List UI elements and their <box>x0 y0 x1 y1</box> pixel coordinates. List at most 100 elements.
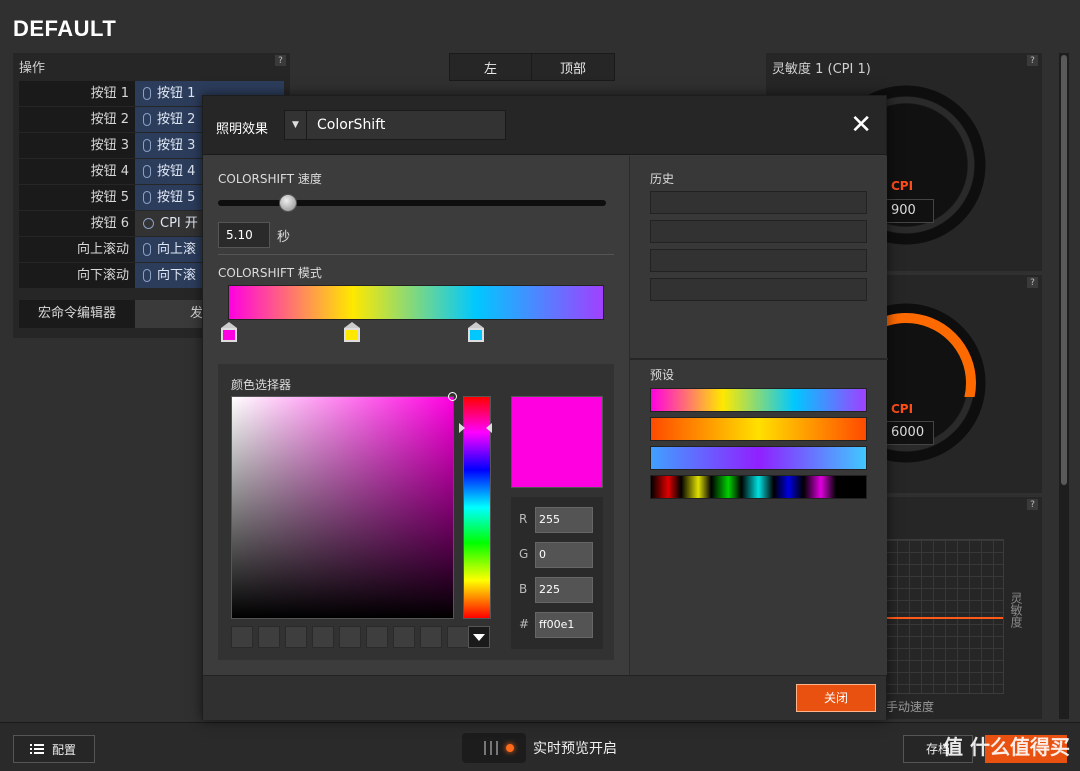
assignment-label: 按钮 3 <box>157 138 196 153</box>
dialog-footer: 关闭 <box>203 675 886 720</box>
saturation-value-area[interactable] <box>231 396 454 619</box>
assignment-label: CPI 开 <box>160 216 198 231</box>
swatch[interactable] <box>231 626 253 648</box>
effect-dropdown[interactable]: ▼ ColorShift <box>284 110 506 140</box>
assignment-label: 按钮 2 <box>157 112 196 127</box>
swatch-dropdown-icon[interactable] <box>468 626 490 648</box>
red-input[interactable]: 255 <box>535 507 593 533</box>
help-icon[interactable]: ? <box>1027 499 1038 510</box>
preset-swatch[interactable] <box>650 475 867 499</box>
mouse-icon <box>143 191 151 204</box>
help-icon[interactable]: ? <box>275 55 286 66</box>
history-slot[interactable] <box>650 249 867 272</box>
hue-pointer-right-icon[interactable] <box>486 423 492 433</box>
mouse-icon <box>143 243 151 256</box>
swatch[interactable] <box>420 626 442 648</box>
config-button[interactable]: 配置 <box>13 735 95 763</box>
stop-swatch <box>468 328 484 342</box>
red-row: R 255 <box>511 507 603 533</box>
swatch[interactable] <box>312 626 334 648</box>
gradient-stop[interactable] <box>344 322 360 342</box>
hex-input[interactable]: ff00e1 <box>535 612 593 638</box>
tab-left[interactable]: 左 <box>450 54 532 80</box>
preset-swatch[interactable] <box>650 446 867 470</box>
button-name: 按钮 1 <box>19 81 135 106</box>
profile-title: DEFAULT <box>13 16 117 41</box>
speed-slider-knob[interactable] <box>279 194 297 212</box>
color-preview <box>511 396 603 488</box>
close-icon[interactable]: ✕ <box>850 112 872 138</box>
color-cursor[interactable] <box>448 392 457 401</box>
assignment-label: 向下滚 <box>157 268 197 283</box>
dropdown-arrow-icon: ▼ <box>285 111 307 139</box>
green-label: G <box>519 547 529 561</box>
status-led-icon <box>506 744 514 752</box>
speed-unit: 秒 <box>277 230 291 245</box>
speed-slider-track[interactable] <box>218 200 606 206</box>
gauge-label: CPI <box>891 402 914 416</box>
mouse-icon <box>143 87 151 100</box>
assignment-label: 按钮 1 <box>157 86 196 101</box>
gauge-icon <box>143 218 154 229</box>
mode-label: COLORSHIFT 模式 <box>218 266 322 280</box>
acceleration-graph[interactable] <box>884 539 1004 694</box>
history-label: 历史 <box>650 172 675 186</box>
history-slot[interactable] <box>650 278 867 301</box>
cpi-value[interactable]: 6000 <box>884 421 934 445</box>
gradient-stop[interactable] <box>221 322 237 342</box>
preset-swatch[interactable] <box>650 417 867 441</box>
history-slot[interactable] <box>650 191 867 214</box>
history-presets: 历史 预设 <box>629 156 888 675</box>
hue-pointer-left-icon[interactable] <box>459 423 465 433</box>
assignment-label: 按钮 5 <box>157 190 196 205</box>
swatch[interactable] <box>366 626 388 648</box>
divider <box>218 254 614 255</box>
cpi-value[interactable]: 900 <box>884 199 934 223</box>
help-icon[interactable]: ? <box>1027 55 1038 66</box>
swatch[interactable] <box>258 626 280 648</box>
blue-label: B <box>519 582 528 596</box>
config-label: 配置 <box>52 742 77 757</box>
actions-panel-title: 操作 <box>19 61 46 76</box>
blue-input[interactable]: 225 <box>535 577 593 603</box>
watermark: 值 什么值得买 <box>943 735 1070 759</box>
blue-row: B 225 <box>511 577 603 603</box>
assignment-label: 按钮 4 <box>157 164 196 179</box>
graph-line <box>885 617 1003 619</box>
gradient-stop[interactable] <box>468 322 484 342</box>
list-icon <box>30 744 44 754</box>
preset-label: 预设 <box>650 368 675 382</box>
button-name: 按钮 3 <box>19 133 135 158</box>
hex-label: # <box>519 617 530 631</box>
preset-swatch[interactable] <box>650 388 867 412</box>
swatch[interactable] <box>339 626 361 648</box>
swatch[interactable] <box>285 626 307 648</box>
help-icon[interactable]: ? <box>1027 277 1038 288</box>
tab-top[interactable]: 顶部 <box>532 54 614 80</box>
live-preview-toggle[interactable] <box>462 733 526 763</box>
speed-label: COLORSHIFT 速度 <box>218 172 322 186</box>
button-name: 按钮 2 <box>19 107 135 132</box>
bottom-bar: 配置 实时预览开启 存档 值 什么值得买 <box>0 722 1080 771</box>
macro-editor-label: 宏命令编辑器 <box>19 300 135 328</box>
divider <box>630 358 888 360</box>
close-button[interactable]: 关闭 <box>796 684 876 712</box>
history-slot[interactable] <box>650 220 867 243</box>
button-name: 按钮 6 <box>19 211 135 236</box>
live-preview-label: 实时预览开启 <box>533 741 617 757</box>
effect-label: 照明效果 <box>216 122 269 137</box>
grip-icon <box>484 741 498 755</box>
rgb-inputs: R 255 G0 B 225 # ff00e1 <box>511 497 603 649</box>
swatch[interactable] <box>393 626 415 648</box>
button-name: 按钮 5 <box>19 185 135 210</box>
assignment-label: 向上滚 <box>157 242 197 257</box>
speed-input[interactable]: 5.10 <box>218 222 270 248</box>
swatch[interactable] <box>447 626 469 648</box>
scrollbar-thumb[interactable] <box>1061 55 1067 485</box>
mouse-icon <box>143 113 151 126</box>
effect-settings: COLORSHIFT 速度 5.10 秒 COLORSHIFT 模式 颜色选择器 <box>203 156 629 675</box>
sensitivity-title: 灵敏度 1 (CPI 1) <box>772 62 871 77</box>
green-input[interactable]: 0 <box>535 542 593 568</box>
gradient-bar[interactable] <box>228 285 604 320</box>
effect-value: ColorShift <box>317 117 386 133</box>
